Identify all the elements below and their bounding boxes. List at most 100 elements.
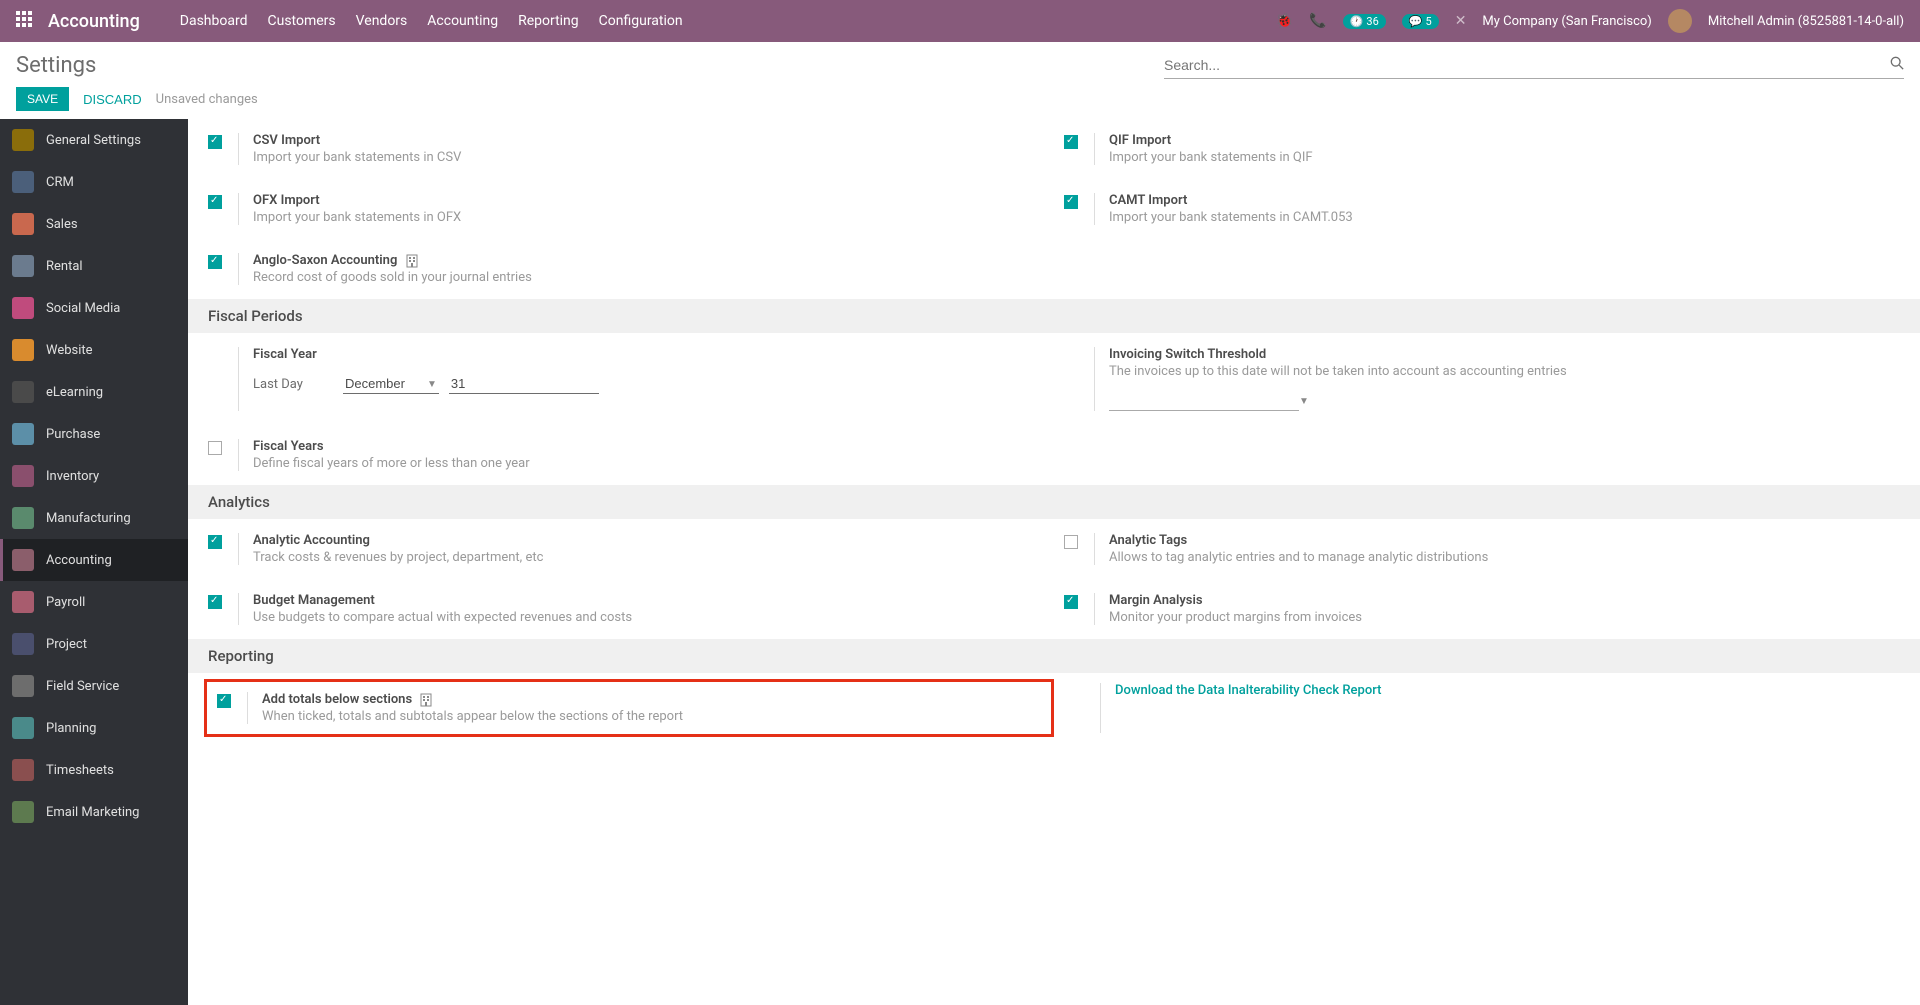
page-title: Settings <box>16 53 96 78</box>
sidebar-item-label: Sales <box>46 217 78 232</box>
setting-budget-management: Budget Management Use budgets to compare… <box>198 587 1054 631</box>
apps-grid-icon[interactable] <box>16 11 32 32</box>
setting-title: CSV Import <box>253 133 1044 148</box>
app-icon <box>12 129 34 151</box>
margin-checkbox[interactable] <box>1064 595 1078 609</box>
settings-content[interactable]: CSV Import Import your bank statements i… <box>188 119 1920 1005</box>
sidebar-item-label: Field Service <box>46 679 119 694</box>
sidebar-item-accounting[interactable]: Accounting <box>0 539 188 581</box>
setting-desc: Import your bank statements in OFX <box>253 210 1044 225</box>
nav-accounting[interactable]: Accounting <box>427 13 498 29</box>
phone-icon[interactable]: 📞 <box>1309 13 1326 29</box>
threshold-date-input[interactable] <box>1109 391 1299 411</box>
ofx-import-checkbox[interactable] <box>208 195 222 209</box>
sidebar-item-label: Purchase <box>46 427 100 442</box>
app-icon <box>12 213 34 235</box>
analytic-accounting-checkbox[interactable] <box>208 535 222 549</box>
sidebar-item-label: Planning <box>46 721 96 736</box>
avatar[interactable] <box>1668 9 1692 33</box>
nav-reporting[interactable]: Reporting <box>518 13 579 29</box>
sidebar-item-field-service[interactable]: Field Service <box>0 665 188 707</box>
setting-desc: Track costs & revenues by project, depar… <box>253 550 1044 565</box>
bug-icon[interactable]: 🐞 <box>1276 13 1293 29</box>
app-icon <box>12 465 34 487</box>
sidebar-item-inventory[interactable]: Inventory <box>0 455 188 497</box>
app-icon <box>12 717 34 739</box>
setting-fiscal-years: Fiscal Years Define fiscal years of more… <box>198 433 1054 477</box>
setting-desc: Allows to tag analytic entries and to ma… <box>1109 550 1900 565</box>
setting-analytic-accounting: Analytic Accounting Track costs & revenu… <box>198 527 1054 571</box>
company-selector[interactable]: My Company (San Francisco) <box>1482 14 1651 29</box>
camt-import-checkbox[interactable] <box>1064 195 1078 209</box>
setting-qif-import: QIF Import Import your bank statements i… <box>1054 127 1910 171</box>
messages-badge[interactable]: 💬 5 <box>1402 14 1439 29</box>
building-icon <box>405 254 419 268</box>
setting-title: QIF Import <box>1109 133 1900 148</box>
app-icon <box>12 591 34 613</box>
close-icon[interactable]: ✕ <box>1455 13 1467 29</box>
setting-desc: Monitor your product margins from invoic… <box>1109 610 1900 625</box>
setting-anglo-saxon: Anglo-Saxon Accounting Record cost of go… <box>198 247 1054 291</box>
app-icon <box>12 255 34 277</box>
discard-button[interactable]: DISCARD <box>83 92 142 107</box>
csv-import-checkbox[interactable] <box>208 135 222 149</box>
sidebar-item-payroll[interactable]: Payroll <box>0 581 188 623</box>
activity-badge[interactable]: 🕐 36 <box>1343 14 1386 29</box>
totals-below-checkbox[interactable] <box>217 694 231 708</box>
sidebar-item-purchase[interactable]: Purchase <box>0 413 188 455</box>
sidebar-item-label: General Settings <box>46 133 141 148</box>
sidebar-item-email-marketing[interactable]: Email Marketing <box>0 791 188 833</box>
user-menu[interactable]: Mitchell Admin (8525881-14-0-all) <box>1708 14 1904 29</box>
sidebar-item-sales[interactable]: Sales <box>0 203 188 245</box>
setting-margin-analysis: Margin Analysis Monitor your product mar… <box>1054 587 1910 631</box>
sidebar-item-general-settings[interactable]: General Settings <box>0 119 188 161</box>
settings-sidebar: General Settings CRM Sales RentalSocial Med… <box>0 119 188 1005</box>
setting-desc: When ticked, totals and subtotals appear… <box>262 709 1041 724</box>
fiscal-years-checkbox[interactable] <box>208 441 222 455</box>
sidebar-item-social-media[interactable]: Social Media <box>0 287 188 329</box>
anglo-saxon-checkbox[interactable] <box>208 255 222 269</box>
fiscal-day-input[interactable] <box>449 374 599 394</box>
sidebar-item-website[interactable]: Website <box>0 329 188 371</box>
sidebar-item-project[interactable]: Project <box>0 623 188 665</box>
sidebar-item-timesheets[interactable]: Timesheets <box>0 749 188 791</box>
app-icon <box>12 423 34 445</box>
action-bar: SAVE DISCARD Unsaved changes <box>0 79 1920 119</box>
setting-title: Analytic Accounting <box>253 533 1044 548</box>
sidebar-item-label: Payroll <box>46 595 85 610</box>
setting-desc: The invoices up to this date will not be… <box>1109 364 1900 379</box>
nav-vendors[interactable]: Vendors <box>356 13 408 29</box>
setting-title: Invoicing Switch Threshold <box>1109 347 1900 362</box>
app-icon <box>12 297 34 319</box>
sidebar-item-crm[interactable]: CRM <box>0 161 188 203</box>
save-button[interactable]: SAVE <box>16 87 69 111</box>
nav-customers[interactable]: Customers <box>268 13 336 29</box>
setting-analytic-tags: Analytic Tags Allows to tag analytic ent… <box>1054 527 1910 571</box>
chevron-down-icon: ▼ <box>1299 396 1309 407</box>
sidebar-item-rental[interactable]: Rental <box>0 245 188 287</box>
nav-menu: Dashboard Customers Vendors Accounting R… <box>180 13 1276 29</box>
sidebar-item-elearning[interactable]: eLearning <box>0 371 188 413</box>
budget-checkbox[interactable] <box>208 595 222 609</box>
app-title[interactable]: Accounting <box>48 11 140 32</box>
nav-dashboard[interactable]: Dashboard <box>180 13 248 29</box>
qif-import-checkbox[interactable] <box>1064 135 1078 149</box>
sidebar-item-planning[interactable]: Planning <box>0 707 188 749</box>
setting-desc: Import your bank statements in QIF <box>1109 150 1900 165</box>
analytic-tags-checkbox[interactable] <box>1064 535 1078 549</box>
fiscal-month-select[interactable] <box>343 374 439 394</box>
download-report-link[interactable]: Download the Data Inalterability Check R… <box>1115 683 1381 698</box>
sidebar-item-label: Accounting <box>46 553 112 568</box>
app-icon <box>12 171 34 193</box>
chevron-down-icon: ▼ <box>427 379 437 390</box>
setting-title: Fiscal Year <box>253 347 1044 362</box>
setting-title: Fiscal Years <box>253 439 1044 454</box>
sidebar-item-label: Email Marketing <box>46 805 139 820</box>
section-reporting: Reporting <box>188 639 1920 673</box>
search-input[interactable] <box>1164 57 1890 73</box>
setting-camt-import: CAMT Import Import your bank statements … <box>1054 187 1910 231</box>
nav-configuration[interactable]: Configuration <box>599 13 683 29</box>
sidebar-item-manufacturing[interactable]: Manufacturing <box>0 497 188 539</box>
search-icon[interactable] <box>1890 56 1904 74</box>
last-day-label: Last Day <box>253 377 331 392</box>
